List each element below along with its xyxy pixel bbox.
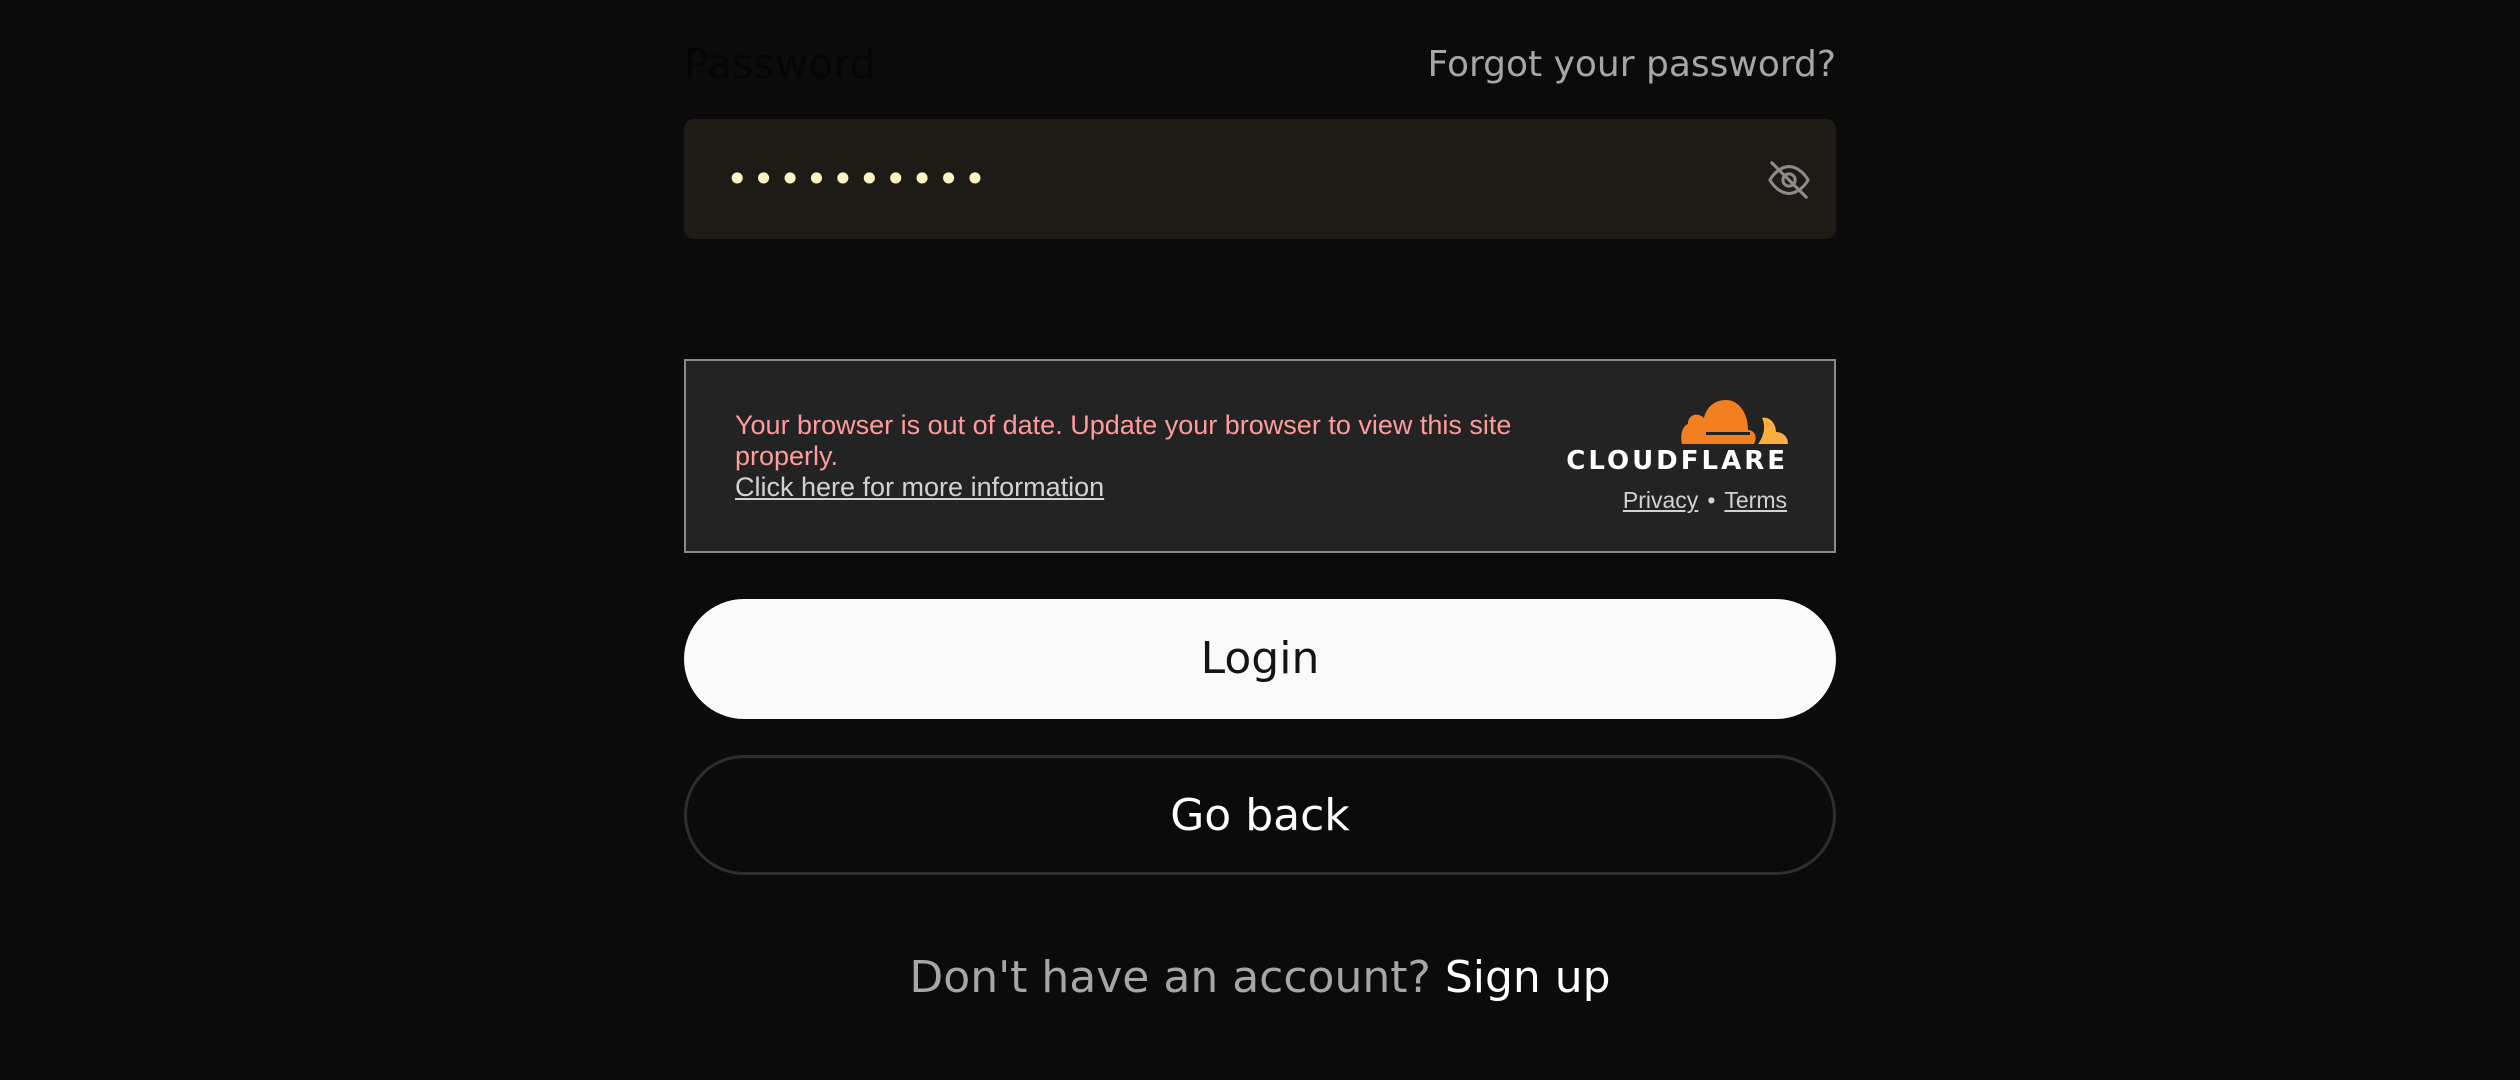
password-field[interactable]: •••••••••• [684, 119, 1836, 239]
login-button[interactable]: Login [684, 599, 1836, 719]
eye-off-icon[interactable] [1766, 157, 1812, 203]
signup-prompt: Don't have an account? [909, 952, 1445, 1003]
privacy-link[interactable]: Privacy [1623, 487, 1698, 513]
cloudflare-wordmark: CLOUDFLARE [1566, 446, 1788, 476]
signup-row: Don't have an account? Sign up [0, 948, 2520, 1008]
cloudflare-cloud-icon [1681, 400, 1788, 444]
cloudflare-links: Privacy • Terms [1623, 485, 1787, 515]
forgot-password-link[interactable]: Forgot your password? [1428, 40, 1836, 90]
cloudflare-challenge-widget: Your browser is out of date. Update your… [684, 359, 1836, 553]
browser-outdated-message: Your browser is out of date. Update your… [735, 410, 1512, 471]
login-page: Password Forgot your password? •••••••••… [0, 0, 2520, 1080]
cloudflare-logo: CLOUDFLARE [1566, 396, 1788, 476]
more-info-link[interactable]: Click here for more information [735, 472, 1104, 503]
links-separator: • [1707, 487, 1716, 513]
terms-link[interactable]: Terms [1724, 487, 1787, 513]
signup-link[interactable]: Sign up [1445, 952, 1611, 1003]
go-back-button[interactable]: Go back [684, 755, 1836, 875]
password-masked-value: •••••••••• [726, 157, 991, 201]
password-label: Password [684, 40, 876, 88]
